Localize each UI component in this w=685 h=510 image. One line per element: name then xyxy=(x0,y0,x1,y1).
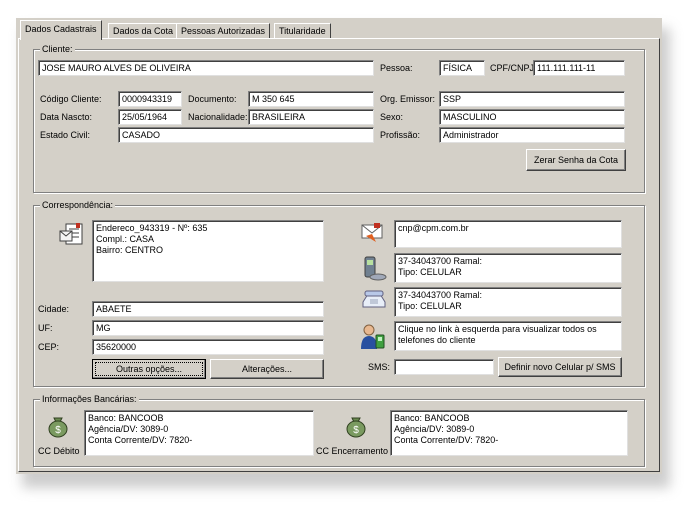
documento-label: Documento: xyxy=(188,94,237,104)
tab-pessoas-autorizadas[interactable]: Pessoas Autorizadas xyxy=(176,23,271,39)
tab-panel: Cliente: JOSE MAURO ALVES DE OLIVEIRA Pe… xyxy=(18,38,660,472)
uf-field[interactable]: MG xyxy=(92,320,324,336)
sms-field[interactable] xyxy=(394,359,494,375)
uf-label: UF: xyxy=(38,323,53,333)
endereco-line-1: Endereco_943319 - Nº: 635 xyxy=(96,223,208,233)
correspondencia-legend: Correspondência: xyxy=(40,200,116,210)
cidade-label: Cidade: xyxy=(38,304,70,314)
celular-box[interactable]: 37-34043700 Ramal: Tipo: CELULAR xyxy=(394,253,622,283)
profissao-label: Profissão: xyxy=(380,130,421,140)
cc-debito-label: CC Débito xyxy=(38,446,80,456)
address-book-icon[interactable] xyxy=(58,222,86,248)
debito-banco: Banco: BANCOOB xyxy=(88,413,164,423)
debito-agencia: Agência/DV: 3089-0 xyxy=(88,424,169,434)
endereco-box[interactable]: Endereco_943319 - Nº: 635 Compl.: CASA B… xyxy=(92,220,324,282)
bancarias-group: Informações Bancárias: $ CC Débito Banco… xyxy=(33,394,645,467)
enc-banco: Banco: BANCOOB xyxy=(394,413,470,423)
celular-line-2: Tipo: CELULAR xyxy=(398,267,462,277)
nacionalidade-label: Nacionalidade: xyxy=(188,112,248,122)
sexo-label: Sexo: xyxy=(380,112,404,122)
celular-line-1: 37-34043700 Ramal: xyxy=(398,256,483,266)
telefone-box[interactable]: 37-34043700 Ramal: Tipo: CELULAR xyxy=(394,287,622,317)
contact-person-icon[interactable] xyxy=(358,323,388,351)
money-bag-icon[interactable]: $ xyxy=(344,414,368,438)
telefones-info: Clique no link à esquerda para visualiza… xyxy=(394,321,622,351)
nascto-label: Data Nascto: xyxy=(40,112,93,122)
client-window: Dados Cadastrais Dados da Cota Pessoas A… xyxy=(16,18,662,474)
outras-opcoes-button[interactable]: Outras opções... xyxy=(92,359,206,379)
svg-text:$: $ xyxy=(55,425,61,436)
telefone-line-2: Tipo: CELULAR xyxy=(398,301,462,311)
zerar-senha-button[interactable]: Zerar Senha da Cota xyxy=(526,149,626,171)
definir-celular-button[interactable]: Definir novo Celular p/ SMS xyxy=(498,357,622,377)
debito-conta: Conta Corrente/DV: 7820- xyxy=(88,435,193,445)
cep-field[interactable]: 35620000 xyxy=(92,339,324,355)
alteracoes-button[interactable]: Alterações... xyxy=(210,359,324,379)
pessoa-field[interactable]: FÍSICA xyxy=(439,60,485,76)
orgao-field[interactable]: SSP xyxy=(439,91,625,107)
endereco-line-2: Compl.: CASA xyxy=(96,234,155,244)
enc-conta: Conta Corrente/DV: 7820- xyxy=(394,435,499,445)
cc-encerramento-label: CC Encerramento xyxy=(316,446,389,456)
civil-field[interactable]: CASADO xyxy=(118,127,374,143)
sms-label: SMS: xyxy=(368,362,391,372)
nascto-field[interactable]: 25/05/1964 xyxy=(118,109,182,125)
codigo-label: Código Cliente: xyxy=(40,94,102,104)
codigo-field[interactable]: 0000943319 xyxy=(118,91,182,107)
enc-agencia: Agência/DV: 3089-0 xyxy=(394,424,475,434)
cc-debito-box[interactable]: Banco: BANCOOB Agência/DV: 3089-0 Conta … xyxy=(84,410,314,456)
documento-field[interactable]: M 350 645 xyxy=(248,91,374,107)
money-bag-icon[interactable]: $ xyxy=(46,414,70,438)
sexo-field[interactable]: MASCULINO xyxy=(439,109,625,125)
pessoa-label: Pessoa: xyxy=(380,63,413,73)
cpf-label: CPF/CNPJ: xyxy=(490,63,537,73)
nome-field[interactable]: JOSE MAURO ALVES DE OLIVEIRA xyxy=(38,60,374,76)
telefone-line-1: 37-34043700 Ramal: xyxy=(398,290,483,300)
cc-encerramento-box[interactable]: Banco: BANCOOB Agência/DV: 3089-0 Conta … xyxy=(390,410,628,456)
cpf-field[interactable]: 111.111.111-11 xyxy=(533,60,625,76)
profissao-field[interactable]: Administrador xyxy=(439,127,625,143)
email-field[interactable]: cnp@cpm.com.br xyxy=(394,220,622,248)
endereco-line-3: Bairro: CENTRO xyxy=(96,245,164,255)
nacionalidade-field[interactable]: BRASILEIRA xyxy=(248,109,374,125)
email-icon[interactable] xyxy=(360,222,386,244)
cep-label: CEP: xyxy=(38,342,60,352)
bancarias-legend: Informações Bancárias: xyxy=(40,394,139,404)
svg-text:$: $ xyxy=(353,425,359,436)
tab-dados-da-cota[interactable]: Dados da Cota xyxy=(108,23,179,39)
tab-dados-cadastrais[interactable]: Dados Cadastrais xyxy=(20,20,102,40)
mobile-phone-icon[interactable] xyxy=(360,254,388,282)
telephone-icon[interactable] xyxy=(360,288,388,312)
cidade-field[interactable]: ABAETE xyxy=(92,301,324,317)
orgao-label: Org. Emissor: xyxy=(380,94,436,104)
correspondencia-group: Correspondência: Endereco_943319 - Nº: 6… xyxy=(33,200,645,387)
civil-label: Estado Civil: xyxy=(40,130,91,140)
cliente-group: Cliente: JOSE MAURO ALVES DE OLIVEIRA Pe… xyxy=(33,44,645,193)
tab-bar: Dados Cadastrais Dados da Cota Pessoas A… xyxy=(16,18,662,40)
tab-titularidade[interactable]: Titularidade xyxy=(274,23,331,39)
cliente-legend: Cliente: xyxy=(40,44,75,54)
